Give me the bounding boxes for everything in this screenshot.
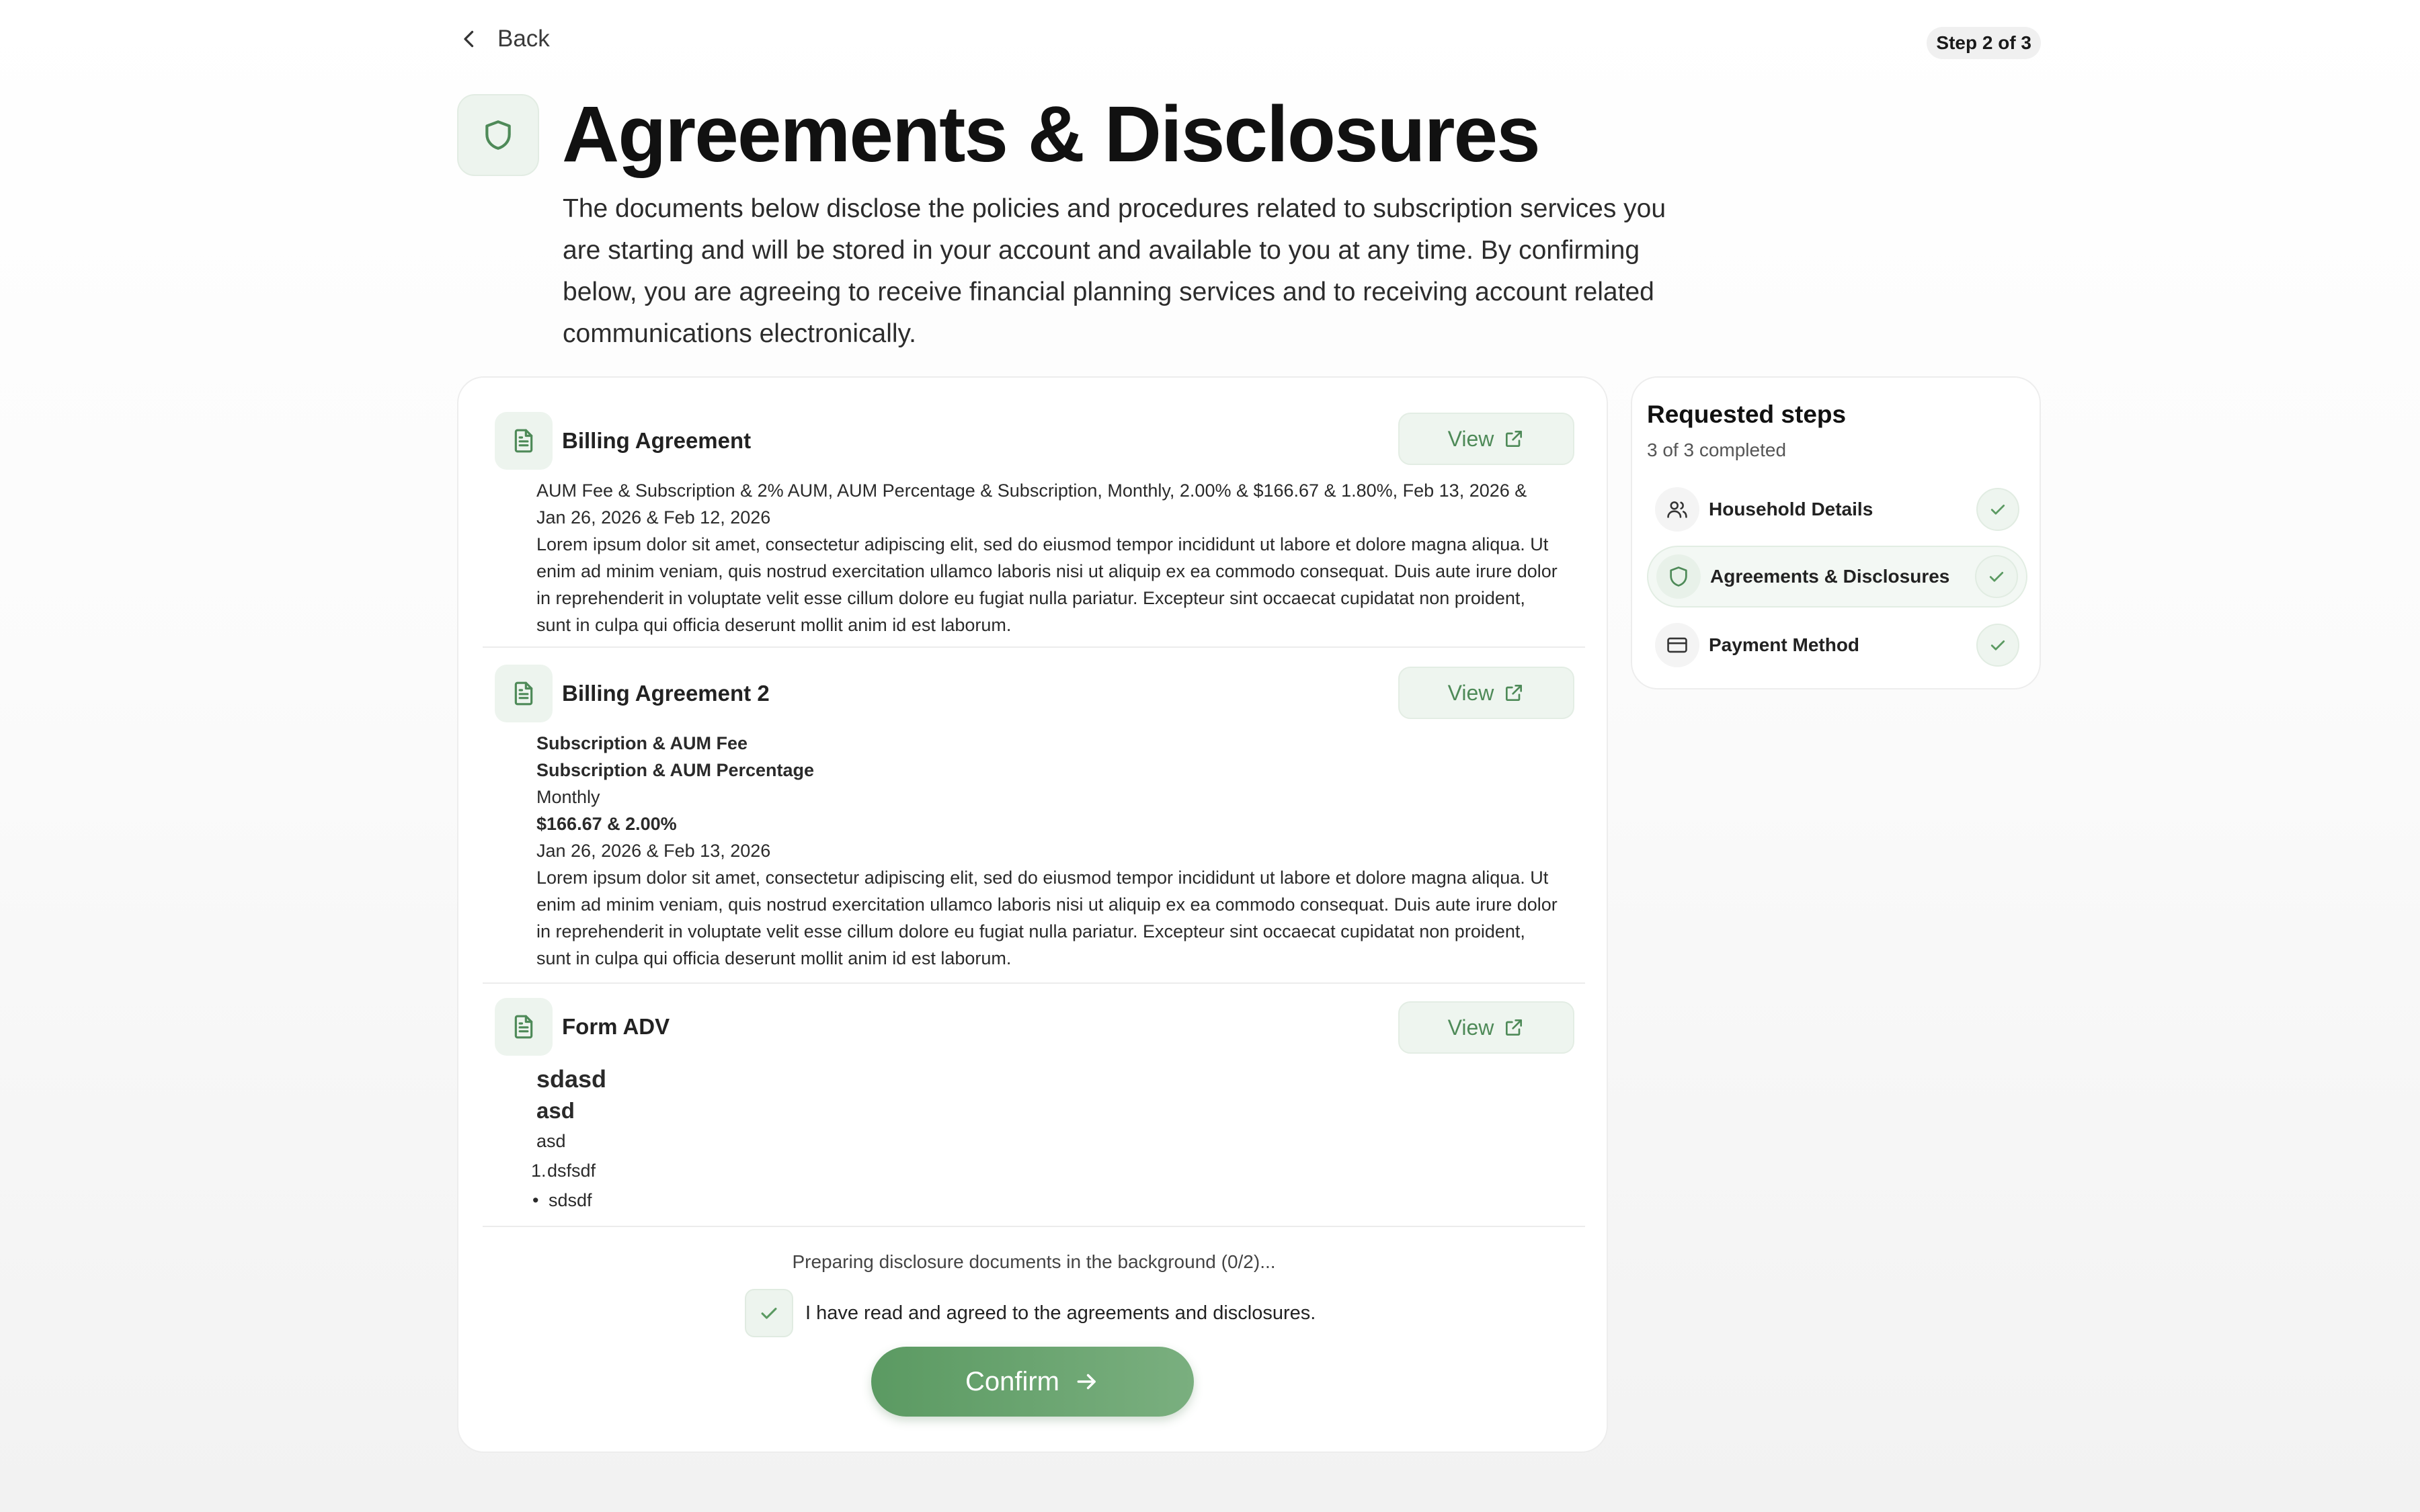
step-item-agreements-disclosures[interactable]: Agreements & Disclosures — [1647, 546, 2027, 607]
requested-steps-progress: 3 of 3 completed — [1647, 439, 1787, 460]
file-text-icon — [514, 429, 533, 453]
document-icon-wrap — [495, 998, 553, 1056]
back-button[interactable]: Back — [457, 26, 550, 52]
document-icon-wrap — [495, 665, 553, 722]
document-form-adv: Form ADV View sdasd asd asd 1. dsfsdf • … — [483, 984, 1585, 1227]
step-icon-wrap — [1656, 554, 1701, 599]
check-icon — [761, 1308, 777, 1319]
view-button[interactable]: View — [1398, 667, 1574, 719]
document-summary: AUM Fee & Subscription & 2% AUM, AUM Per… — [536, 480, 1527, 528]
billing-amount: $166.67 & 2.00% — [536, 814, 677, 834]
document-billing-agreement: Billing Agreement View AUM Fee & Subscri… — [483, 378, 1585, 648]
check-icon — [1990, 640, 2005, 650]
file-text-icon — [514, 681, 533, 706]
shield-icon — [485, 120, 511, 150]
billing-dates: Jan 26, 2026 & Feb 13, 2026 — [536, 841, 771, 861]
fee-method: Subscription & AUM Percentage — [536, 760, 815, 780]
ordered-list-item: 1. dsfsdf — [531, 1156, 1558, 1185]
shield-icon — [1670, 566, 1687, 587]
view-label: View — [1447, 426, 1494, 451]
step-icon-wrap — [1655, 623, 1699, 667]
document-header: Form ADV — [495, 998, 670, 1056]
step-complete-badge — [1975, 555, 2018, 598]
document-body: Subscription & AUM Fee Subscription & AU… — [536, 730, 1558, 972]
agreement-checkbox-row[interactable]: I have read and agreed to the agreements… — [745, 1289, 1316, 1337]
fee-type: Subscription & AUM Fee — [536, 733, 748, 753]
view-label: View — [1447, 680, 1494, 705]
view-button[interactable]: View — [1398, 1001, 1574, 1054]
step-item-household-details[interactable]: Household Details — [1647, 478, 2027, 540]
check-icon — [1990, 505, 2005, 515]
step-label: Payment Method — [1709, 634, 1860, 655]
document-header: Billing Agreement 2 — [495, 665, 770, 722]
step-icon-wrap — [1655, 487, 1699, 532]
step-indicator: Step 2 of 3 — [1927, 27, 2041, 59]
step-label: Household Details — [1709, 499, 1873, 519]
content-heading-1: sdasd — [536, 1065, 607, 1093]
file-text-icon — [514, 1015, 533, 1039]
confirm-label: Confirm — [965, 1366, 1060, 1396]
documents-card: Billing Agreement View AUM Fee & Subscri… — [457, 376, 1608, 1453]
document-icon-wrap — [495, 412, 553, 470]
document-billing-agreement-2: Billing Agreement 2 View Subscription & … — [483, 648, 1585, 984]
page-icon — [457, 94, 539, 176]
external-link-icon — [1506, 431, 1523, 447]
users-icon — [1667, 501, 1687, 518]
agreement-label[interactable]: I have read and agreed to the agreements… — [805, 1302, 1316, 1325]
agreement-checkbox[interactable] — [745, 1289, 793, 1337]
list-item-text: dsfsdf — [547, 1161, 596, 1181]
back-label: Back — [497, 26, 550, 52]
list-marker: • — [532, 1190, 539, 1210]
list-item-text: sdsdf — [549, 1190, 592, 1210]
view-button[interactable]: View — [1398, 413, 1574, 465]
bullet-list-item: • sdsdf — [532, 1185, 1558, 1215]
check-icon — [1989, 572, 2004, 582]
page: Back Step 2 of 3 Agreements & Disclosure… — [457, 0, 2041, 1512]
progress-status: Preparing disclosure documents in the ba… — [792, 1251, 1276, 1272]
billing-frequency: Monthly — [536, 787, 600, 807]
confirm-button[interactable]: Confirm — [871, 1347, 1194, 1417]
document-body: sdasd asd asd 1. dsfsdf • sdsdf — [531, 1063, 1558, 1215]
chevron-left-icon — [464, 30, 474, 48]
external-link-icon — [1506, 685, 1523, 701]
credit-card-icon — [1667, 637, 1687, 653]
step-item-payment-method[interactable]: Payment Method — [1647, 614, 2027, 676]
page-title: Agreements & Disclosures — [562, 90, 1541, 179]
document-header: Billing Agreement — [495, 412, 752, 470]
content-heading-2: asd — [536, 1098, 575, 1123]
step-complete-badge — [1976, 488, 2019, 531]
external-link-icon — [1506, 1019, 1523, 1036]
content-paragraph: asd — [536, 1131, 566, 1151]
list-marker: 1. — [531, 1161, 547, 1181]
document-title: Billing Agreement — [562, 428, 752, 453]
view-label: View — [1447, 1015, 1494, 1040]
step-complete-badge — [1976, 624, 2019, 667]
step-label: Agreements & Disclosures — [1710, 566, 1950, 587]
document-text: Lorem ipsum dolor sit amet, consectetur … — [536, 868, 1558, 968]
requested-steps-title: Requested steps — [1647, 401, 1847, 428]
page-intro: The documents below disclose the policie… — [563, 194, 1666, 348]
document-body: AUM Fee & Subscription & 2% AUM, AUM Per… — [536, 477, 1558, 638]
document-title: Form ADV — [562, 1014, 670, 1039]
requested-steps-card: Requested steps 3 of 3 completed Househo… — [1631, 376, 2041, 689]
document-title: Billing Agreement 2 — [562, 681, 770, 706]
document-text: Lorem ipsum dolor sit amet, consectetur … — [536, 534, 1558, 635]
arrow-right-icon — [1077, 1374, 1096, 1390]
